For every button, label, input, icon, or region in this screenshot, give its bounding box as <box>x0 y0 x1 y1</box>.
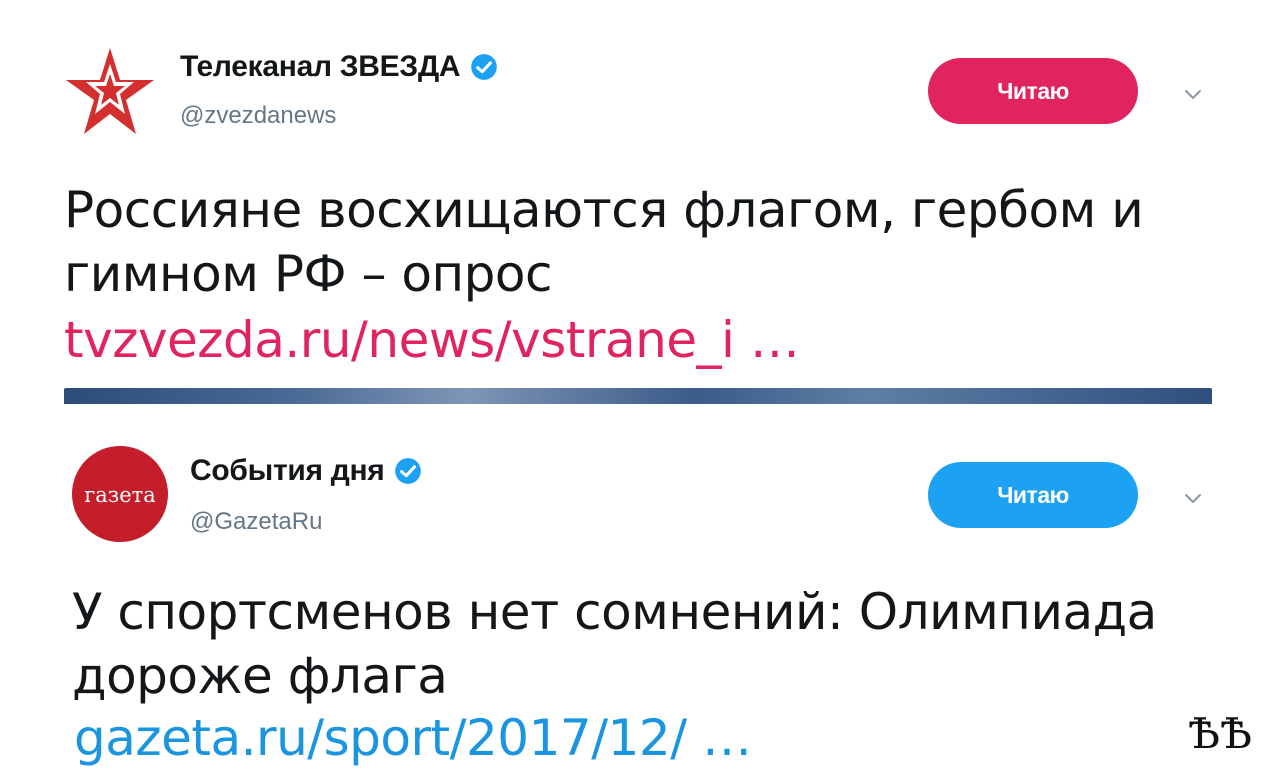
tweet-zvezda: Телеканал ЗВЕЗДА @zvezdanews Читаю Росси… <box>0 0 1280 404</box>
chevron-down-icon[interactable] <box>1178 80 1208 110</box>
verified-badge-icon <box>471 54 498 80</box>
gazeta-avatar[interactable]: газета <box>72 446 168 542</box>
following-button[interactable]: Читаю <box>928 58 1138 124</box>
tweet-text: У спортсменов нет сомнений: Олимпиада до… <box>72 580 1157 708</box>
tweet-text-line: гимном РФ – опрос <box>64 245 552 303</box>
tweet-link[interactable]: gazeta.ru/sport/2017/12/ … <box>74 706 752 770</box>
tweet-text: Россияне восхищаются флагом, гербом и ги… <box>64 178 1144 306</box>
display-name[interactable]: Телеканал ЗВЕЗДА <box>180 50 461 84</box>
verified-badge-icon <box>395 458 422 484</box>
gazeta-logo-text: газета <box>84 483 156 507</box>
tweet-link[interactable]: tvzvezda.ru/news/vstrane_i … <box>64 308 800 372</box>
zvezda-avatar[interactable] <box>62 44 158 140</box>
handle[interactable]: @zvezdanews <box>180 102 336 130</box>
chevron-down-icon[interactable] <box>1178 484 1208 514</box>
tweet-text-line: Россияне восхищаются флагом, гербом и <box>64 181 1144 239</box>
red-star-logo-icon <box>66 48 154 134</box>
watermark: ѢѢ <box>1188 709 1252 758</box>
media-preview[interactable] <box>64 388 1212 404</box>
gazeta-logo-icon: газета <box>72 446 168 542</box>
handle[interactable]: @GazetaRu <box>190 508 322 536</box>
following-button[interactable]: Читаю <box>928 462 1138 528</box>
tweet-text-line: У спортсменов нет сомнений: Олимпиада <box>72 583 1157 641</box>
tweet-text-line: дороже флага <box>72 647 448 705</box>
display-name[interactable]: События дня <box>190 454 385 488</box>
